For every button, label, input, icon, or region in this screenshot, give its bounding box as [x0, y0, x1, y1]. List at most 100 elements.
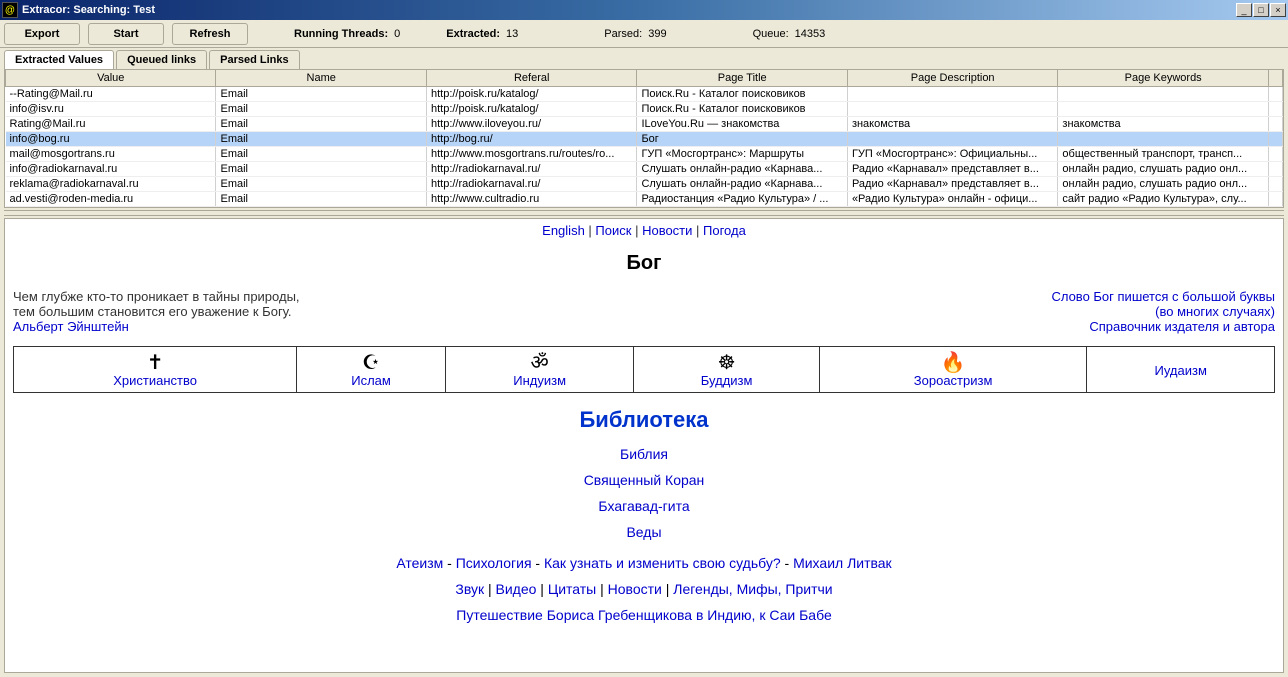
cell-name: Email — [216, 102, 426, 117]
col-header[interactable]: Page Keywords — [1058, 70, 1268, 87]
results-table[interactable]: ValueNameReferalPage TitlePage Descripti… — [5, 70, 1283, 207]
religion-link[interactable]: Христианство — [113, 373, 197, 388]
link-weather[interactable]: Погода — [703, 223, 746, 238]
cell-desc: Радио «Карнавал» представляет в... — [847, 162, 1057, 177]
religion-cell[interactable]: ✝Христианство — [14, 347, 297, 393]
minimize-button[interactable]: _ — [1236, 3, 1252, 17]
quote-author-link[interactable]: Альберт Эйнштейн — [13, 319, 129, 334]
tab-parsed-links[interactable]: Parsed Links — [209, 50, 299, 69]
library-item-link[interactable]: Бхагавад-гита — [598, 498, 689, 514]
cell-value: info@radiokarnaval.ru — [6, 162, 216, 177]
bottom-link[interactable]: Как узнать и изменить свою судьбу? — [544, 555, 781, 571]
cell-desc — [847, 132, 1057, 147]
cell-title: Радиостанция «Радио Культура» / ... — [637, 192, 847, 207]
religion-cell[interactable]: 🔥Зороастризм — [819, 347, 1087, 393]
col-header[interactable]: Page Description — [847, 70, 1057, 87]
link-english[interactable]: English — [542, 223, 585, 238]
library-links: Библия Священный Коран Бхагавад-гита Веды — [13, 441, 1275, 545]
cell-value: --Rating@Mail.ru — [6, 87, 216, 102]
bottom-link[interactable]: Звук — [455, 581, 484, 597]
col-header[interactable]: Name — [216, 70, 426, 87]
col-header[interactable]: Page Title — [637, 70, 847, 87]
start-button[interactable]: Start — [88, 23, 164, 45]
cell-name: Email — [216, 177, 426, 192]
religion-icon: 🔥 — [824, 353, 1083, 373]
bottom-link[interactable]: Новости — [608, 581, 662, 597]
religion-icon: ☸ — [638, 353, 814, 373]
export-button[interactable]: Export — [4, 23, 80, 45]
preview-pane[interactable]: English | Поиск | Новости | Погода Бог Ч… — [4, 218, 1284, 673]
table-row[interactable]: info@radiokarnaval.ruEmailhttp://radioka… — [6, 162, 1283, 177]
bottom-link[interactable]: Легенды, Мифы, Притчи — [673, 581, 832, 597]
tab-queued-links[interactable]: Queued links — [116, 50, 207, 69]
religion-link[interactable]: Ислам — [351, 373, 391, 388]
cell-kw: онлайн радио, слушать радио онл... — [1058, 177, 1268, 192]
scroll-header — [1268, 70, 1282, 87]
table-row[interactable]: Rating@Mail.ruEmailhttp://www.iloveyou.r… — [6, 117, 1283, 132]
cell-value: ad.vesti@roden-media.ru — [6, 192, 216, 207]
preview-heading: Бог — [13, 252, 1275, 275]
cell-referal: http://radiokarnaval.ru/ — [426, 162, 636, 177]
table-row[interactable]: info@bog.ruEmailhttp://bog.ru/Бог — [6, 132, 1283, 147]
cell-title: Слушать онлайн-радио «Карнава... — [637, 162, 847, 177]
cell-desc: ГУП «Мосгортранс»: Официальны... — [847, 147, 1057, 162]
col-header[interactable]: Referal — [426, 70, 636, 87]
bottom-link[interactable]: Михаил Литвак — [793, 555, 892, 571]
cell-name: Email — [216, 132, 426, 147]
results-table-container: ValueNameReferalPage TitlePage Descripti… — [4, 69, 1284, 208]
window-title: Extracor: Searching: Test — [22, 4, 1235, 16]
window-controls: _ □ × — [1235, 3, 1286, 17]
library-item-link[interactable]: Священный Коран — [584, 472, 705, 488]
splitter[interactable] — [4, 210, 1284, 216]
religion-link[interactable]: Иудаизм — [1155, 363, 1207, 378]
close-button[interactable]: × — [1270, 3, 1286, 17]
religion-link[interactable]: Зороастризм — [914, 373, 993, 388]
cell-referal: http://bog.ru/ — [426, 132, 636, 147]
bottom-link[interactable]: Цитаты — [548, 581, 596, 597]
religion-cell[interactable]: ☪Ислам — [297, 347, 445, 393]
preview-topnav: English | Поиск | Новости | Погода — [13, 223, 1275, 238]
extracted-status: Extracted:13 — [446, 28, 518, 40]
library-heading-link[interactable]: Библиотека — [579, 407, 708, 432]
refresh-button[interactable]: Refresh — [172, 23, 248, 45]
table-row[interactable]: --Rating@Mail.ruEmailhttp://poisk.ru/kat… — [6, 87, 1283, 102]
cell-value: mail@mosgortrans.ru — [6, 147, 216, 162]
cell-value: info@isv.ru — [6, 102, 216, 117]
col-header[interactable]: Value — [6, 70, 216, 87]
bottom-link[interactable]: Психология — [456, 555, 532, 571]
link-news[interactable]: Новости — [642, 223, 692, 238]
cell-referal: http://www.mosgortrans.ru/routes/ro... — [426, 147, 636, 162]
maximize-button[interactable]: □ — [1253, 3, 1269, 17]
running-threads-status: Running Threads:0 — [294, 28, 400, 40]
table-row[interactable]: mail@mosgortrans.ruEmailhttp://www.mosgo… — [6, 147, 1283, 162]
cell-value: info@bog.ru — [6, 132, 216, 147]
religion-link[interactable]: Буддизм — [701, 373, 753, 388]
link-search[interactable]: Поиск — [595, 223, 631, 238]
cell-referal: http://radiokarnaval.ru/ — [426, 177, 636, 192]
quote-right-link2[interactable]: (во многих случаях) — [1155, 304, 1275, 319]
library-item-link[interactable]: Библия — [620, 446, 668, 462]
tab-extracted-values[interactable]: Extracted Values — [4, 50, 114, 69]
quote-right-link1[interactable]: Слово Бог пишется с большой буквы — [1051, 289, 1275, 304]
bottom-link[interactable]: Видео — [496, 581, 537, 597]
library-item-link[interactable]: Веды — [626, 524, 661, 540]
religion-icon: ॐ — [450, 353, 630, 373]
religion-cell[interactable]: ॐИндуизм — [445, 347, 634, 393]
cell-desc: Радио «Карнавал» представляет в... — [847, 177, 1057, 192]
religion-link[interactable]: Индуизм — [513, 373, 566, 388]
table-row[interactable]: info@isv.ruEmailhttp://poisk.ru/katalog/… — [6, 102, 1283, 117]
cell-desc: знакомства — [847, 117, 1057, 132]
religion-cell[interactable]: ☸Буддизм — [634, 347, 819, 393]
cell-value: reklama@radiokarnaval.ru — [6, 177, 216, 192]
religion-cell[interactable]: Иудаизм — [1087, 347, 1275, 393]
table-row[interactable]: reklama@radiokarnaval.ruEmailhttp://radi… — [6, 177, 1283, 192]
cell-kw: сайт радио «Радио Культура», слу... — [1058, 192, 1268, 207]
queue-status: Queue:14353 — [753, 28, 826, 40]
table-row[interactable]: ad.vesti@roden-media.ruEmailhttp://www.c… — [6, 192, 1283, 207]
cell-desc — [847, 102, 1057, 117]
cell-desc: «Радио Культура» онлайн - офици... — [847, 192, 1057, 207]
bottom-row-3-link[interactable]: Путешествие Бориса Гребенщикова в Индию,… — [456, 607, 831, 623]
cell-title: ILoveYou.Ru — знакомства — [637, 117, 847, 132]
bottom-link[interactable]: Атеизм — [396, 555, 443, 571]
quote-right-link3[interactable]: Справочник издателя и автора — [1089, 319, 1275, 334]
